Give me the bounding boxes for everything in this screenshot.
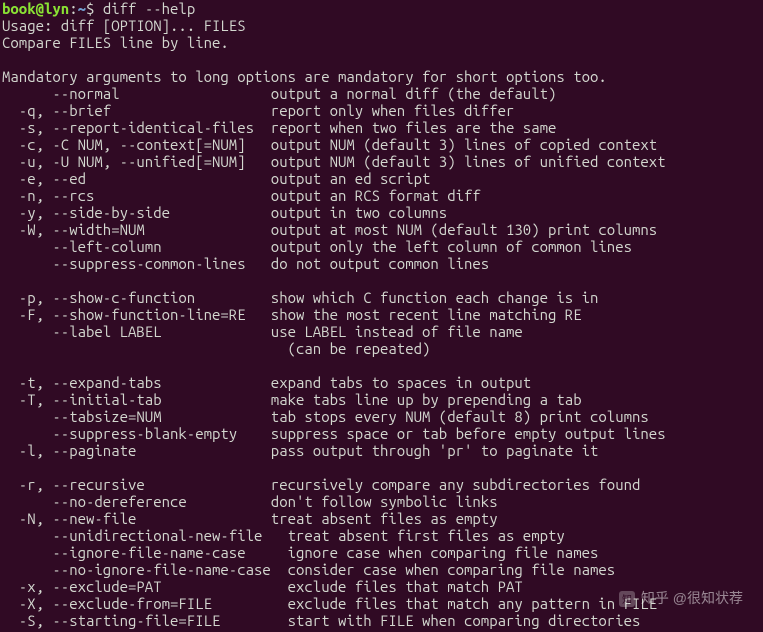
prompt-path: ~ [78, 0, 86, 17]
terminal-output[interactable]: book@lyn:~$ diff --help Usage: diff [OPT… [0, 0, 763, 629]
prompt-sep2: $ [86, 0, 103, 17]
prompt-sep1: : [69, 0, 77, 17]
command-text: diff --help [103, 0, 195, 17]
prompt-user: book@lyn [2, 0, 69, 17]
output-lines: Usage: diff [OPTION]... FILES Compare FI… [2, 17, 761, 629]
